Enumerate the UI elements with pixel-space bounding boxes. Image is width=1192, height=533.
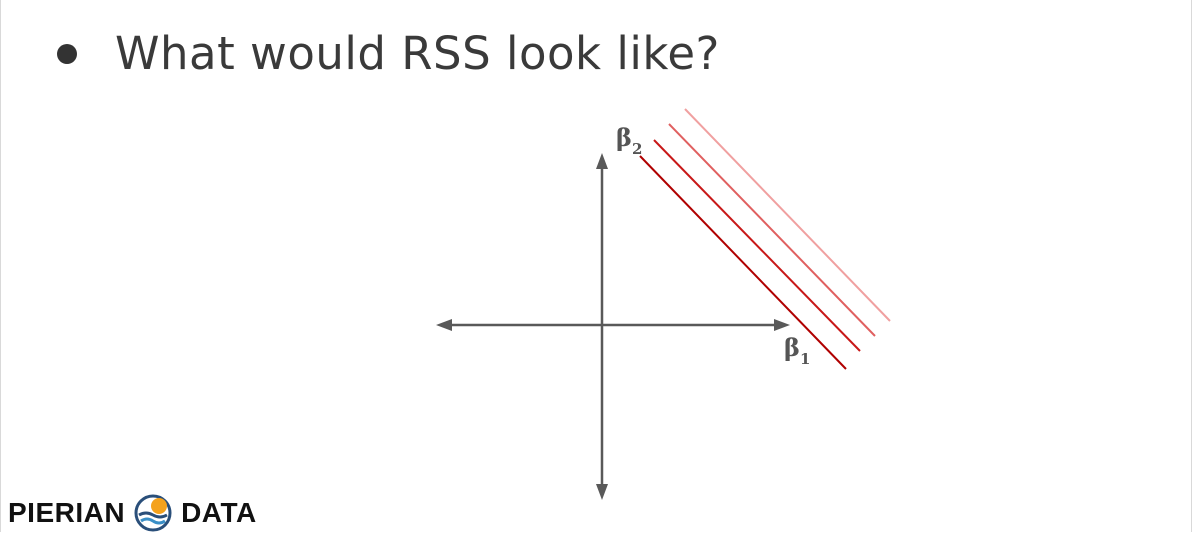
rss-contour-line-4 xyxy=(684,108,891,322)
x-axis-right-arrow-icon xyxy=(774,319,790,331)
pierian-data-logo-icon xyxy=(134,494,172,532)
y-axis-bottom-arrow-icon xyxy=(596,484,608,500)
y-axis-label: β2 xyxy=(616,123,642,158)
rss-contour-line-2 xyxy=(653,139,861,352)
x-axis-label: β1 xyxy=(784,333,810,368)
pierian-data-logo: PIERIAN DATA xyxy=(8,493,257,533)
rss-diagram: β2 β1 xyxy=(436,108,891,500)
rss-contour-line-1 xyxy=(639,155,847,370)
logo-left-word: PIERIAN xyxy=(8,497,126,528)
logo-right-word: DATA xyxy=(181,497,257,528)
x-axis-left-arrow-icon xyxy=(436,319,452,331)
rss-contour-line-3 xyxy=(668,123,876,337)
y-axis-top-arrow-icon xyxy=(596,153,608,169)
